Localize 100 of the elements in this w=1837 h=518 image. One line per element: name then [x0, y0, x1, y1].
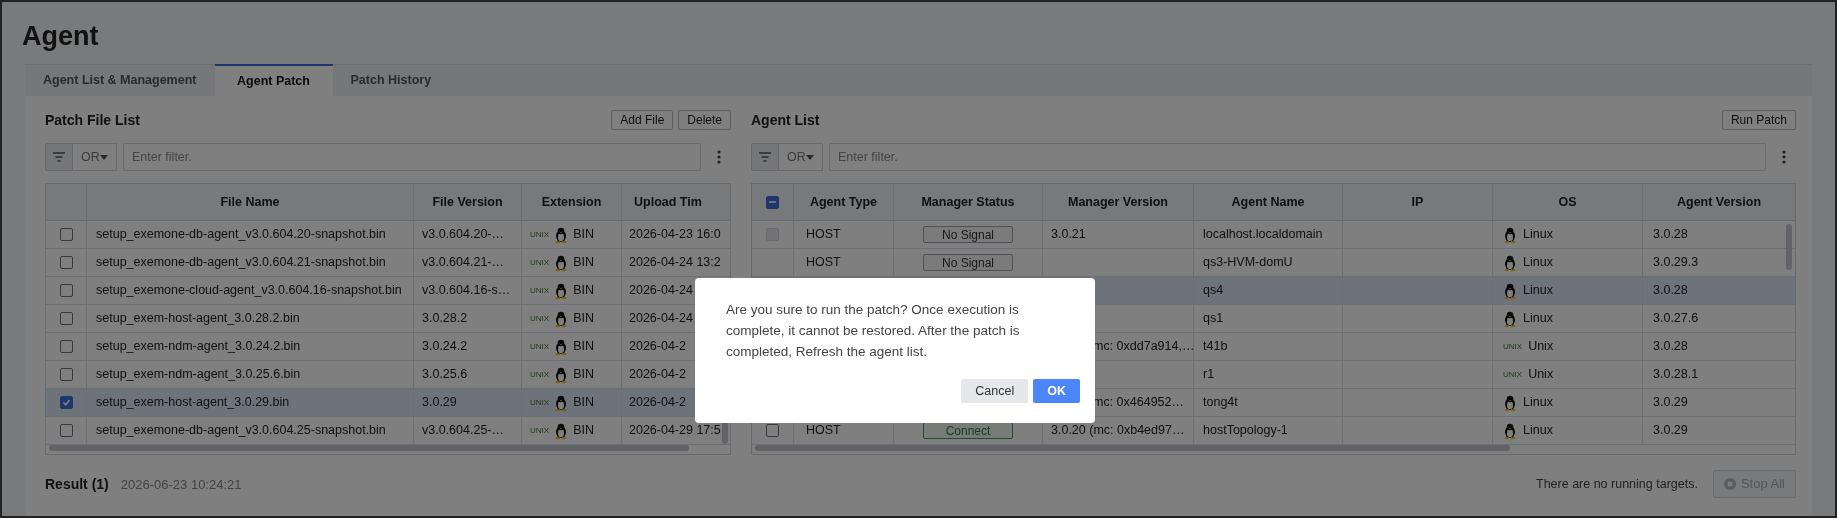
scrollbar[interactable] [49, 445, 689, 451]
checkbox[interactable] [59, 340, 73, 353]
stop-icon [1723, 478, 1736, 490]
panel-title: Agent List [751, 110, 820, 130]
table-cell-text: HOST [806, 226, 841, 244]
table-cell-text: Linux [1523, 226, 1553, 244]
timestamp: 2026-06-23 10:24:21 [120, 475, 242, 494]
table-cell-text: BIN [573, 338, 594, 356]
table-cell-text: qs3-HVM-domU [1203, 254, 1293, 272]
table-cell-text: tong4t [1203, 394, 1238, 412]
status-badge: No Signal [923, 254, 1013, 271]
tab[interactable]: Agent Patch [214, 64, 333, 96]
table-cell-text: 2026-04-23 16:0 [629, 226, 721, 244]
table-cell-text: Linux [1523, 254, 1553, 272]
checkbox[interactable] [59, 424, 73, 437]
platform-tag: UNIX [530, 368, 550, 381]
column-header: Extension [541, 193, 602, 211]
penguin-icon [554, 422, 569, 439]
column-header: Manager Status [921, 193, 1015, 211]
table-cell-text: BIN [573, 254, 594, 272]
kebab-icon [717, 150, 721, 164]
dialog-message: Are you sure to run the patch? Once execution is complete, it cannot be restored. After the patch is completed, Refresh the agent list. [726, 301, 1021, 361]
checkbox[interactable] [59, 312, 73, 325]
check-icon [61, 398, 71, 407]
filter-field[interactable]: Enter filter. [123, 143, 701, 171]
table-cell-text: HOST [806, 422, 841, 440]
status-message: There are no running targets. [1536, 475, 1698, 493]
column-header: Agent Name [1231, 193, 1305, 211]
column-header: Agent Type [809, 193, 878, 211]
penguin-icon [554, 394, 569, 411]
kebab-icon [1782, 150, 1786, 164]
table-cell-text: localhost.localdomain [1203, 226, 1323, 244]
table-cell-text: 3.0.28 [1653, 282, 1688, 300]
table-cell-text: Linux [1523, 422, 1553, 440]
table-cell-text: 2026-04-2 [629, 338, 686, 356]
tab[interactable]: Patch History [332, 65, 450, 96]
table-cell-text: BIN [573, 310, 594, 328]
penguin-icon [1503, 282, 1517, 299]
filter-icon [758, 152, 772, 162]
table-cell-text: v3.0.604.16-s… [422, 282, 511, 300]
table-cell-text: 2026-04-29 17:5 [629, 422, 721, 440]
column-header: Agent Version [1676, 193, 1761, 211]
scrollbar[interactable] [755, 445, 1510, 451]
table-cell-text: BIN [573, 366, 594, 384]
table-cell-text: setup_exem-ndm-agent_3.0.25.6.bin [96, 366, 301, 384]
table-cell-text: Linux [1523, 310, 1553, 328]
checkbox[interactable] [59, 368, 73, 381]
checkbox[interactable] [766, 424, 779, 437]
table-cell-text: 2026-04-24 [629, 282, 693, 300]
platform-tag: UNIX [530, 396, 550, 409]
table-cell-text: BIN [573, 394, 594, 412]
column-header: IP [1411, 193, 1424, 211]
table-cell-text: 3.0.27.6 [1653, 310, 1699, 328]
table-cell-text: BIN [573, 226, 594, 244]
table-cell-text: Unix [1528, 338, 1554, 356]
table-cell-text: 3.0.28 [1653, 338, 1688, 356]
table-cell-text: 3.0.28.2 [422, 310, 468, 328]
table-cell-text: setup_exem-ndm-agent_3.0.24.2.bin [96, 338, 301, 356]
action-button[interactable]: Run Patch [1721, 110, 1796, 130]
table-cell-text: 3.0.21 [1051, 226, 1086, 244]
platform-tag: UNIX [530, 284, 550, 297]
table-cell-text: r1 [1203, 366, 1215, 384]
filter-button[interactable] [751, 143, 779, 171]
dialog-button[interactable]: Cancel [961, 379, 1029, 403]
action-button[interactable]: Add File [611, 110, 674, 130]
penguin-icon [554, 254, 569, 271]
page-title: Agent [21, 20, 100, 53]
checkbox[interactable] [59, 284, 73, 297]
table-cell-text: 3.0.20 (mc: 0xb4ed97… [1051, 422, 1185, 440]
filter-button[interactable] [45, 143, 73, 171]
table-cell-text: 3.0.28.1 [1653, 366, 1699, 384]
table-cell-text: v3.0.604.25-… [422, 422, 504, 440]
select-all-checkbox[interactable] [766, 195, 779, 209]
penguin-icon [1503, 310, 1517, 327]
table-cell-text: t41b [1203, 338, 1228, 356]
table-cell-text: HOST [806, 254, 841, 272]
checkbox[interactable] [59, 396, 73, 409]
operator-dropdown[interactable]: OR [779, 143, 823, 171]
column-header: Upload Tim [634, 193, 702, 211]
result-title: Result (1) [45, 474, 109, 494]
table-cell-text: 3.0.29.3 [1653, 254, 1699, 272]
dialog-button[interactable]: OK [1033, 379, 1080, 403]
table-cell-text: 3.0.25.6 [422, 366, 468, 384]
platform-tag: UNIX [530, 228, 550, 241]
action-button[interactable]: Delete [678, 110, 731, 130]
checkbox[interactable] [59, 256, 73, 269]
penguin-icon [1503, 254, 1517, 271]
operator-dropdown[interactable]: OR [73, 143, 117, 171]
table-cell-text: setup_exem-host-agent_3.0.29.bin [96, 394, 290, 412]
table-cell-text: 2026-04-2 [629, 394, 686, 412]
platform-tag: UNIX [530, 340, 550, 353]
platform-tag: UNIX [530, 424, 550, 437]
checkbox[interactable] [59, 228, 73, 241]
table-cell-text: BIN [573, 282, 594, 300]
table-cell-text: qs1 [1203, 310, 1224, 328]
table-cell-text: Linux [1523, 394, 1553, 412]
column-header: Manager Version [1067, 193, 1168, 211]
filter-field[interactable]: Enter filter. [829, 143, 1766, 171]
scrollbar[interactable] [1786, 224, 1792, 270]
tab[interactable]: Agent List & Management [25, 65, 215, 96]
